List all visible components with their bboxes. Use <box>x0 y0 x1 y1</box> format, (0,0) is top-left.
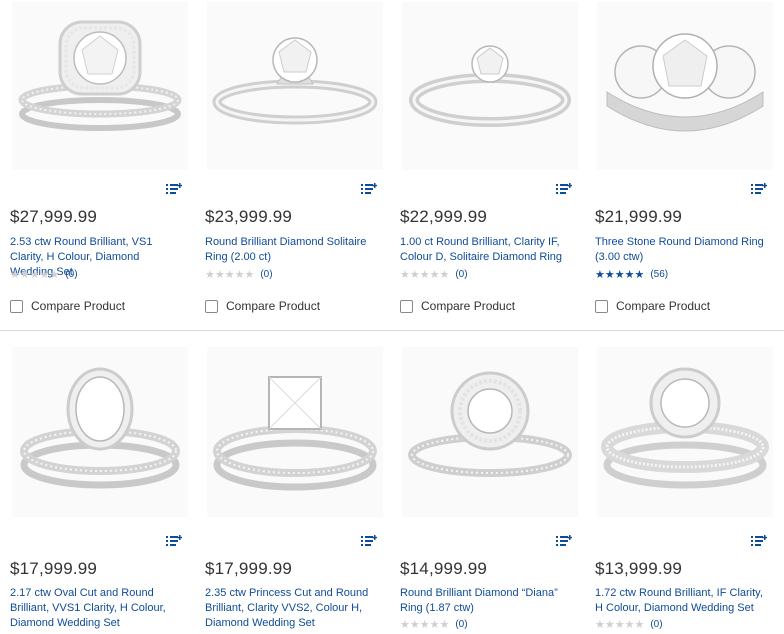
compare-product-label: Compare Product <box>616 299 711 313</box>
product-card: $13,999.99 1.72 ctw Round Brilliant, IF … <box>591 331 781 634</box>
product-image[interactable] <box>207 347 383 517</box>
ring-image-pave-halo-set <box>601 367 769 489</box>
product-price: $17,999.99 <box>205 559 293 578</box>
product-image[interactable] <box>597 347 773 517</box>
compare-product-label: Compare Product <box>226 299 321 313</box>
product-card: $27,999.99 2.53 ctw Round Brilliant, VS1… <box>6 0 196 330</box>
product-price: $23,999.99 <box>205 207 293 226</box>
checkbox[interactable] <box>10 299 23 313</box>
ring-image-oval-halo-set <box>20 367 180 489</box>
list-add-icon[interactable] <box>166 535 182 547</box>
review-count[interactable]: (0) <box>65 269 77 280</box>
product-title-link[interactable]: Three Stone Round Diamond Ring (3.00 ctw… <box>595 235 765 265</box>
compare-product-checkbox[interactable]: Compare Product <box>10 299 125 313</box>
list-add-icon[interactable] <box>751 183 767 195</box>
product-card: $17,999.99 2.35 ctw Princess Cut and Rou… <box>201 331 391 634</box>
star-icon: ★★★★★ <box>595 267 645 281</box>
product-title-link[interactable]: 1.72 ctw Round Brilliant, IF Clarity, H … <box>595 586 765 616</box>
ring-image-three-stone <box>606 33 764 132</box>
checkbox[interactable] <box>205 299 218 313</box>
product-price: $17,999.99 <box>10 559 98 578</box>
ring-image-halo-set <box>18 20 182 131</box>
product-row-2: $17,999.99 2.17 ctw Oval Cut and Round B… <box>0 330 784 634</box>
compare-product-checkbox[interactable]: Compare Product <box>205 299 320 313</box>
product-card: $14,999.99 Round Brilliant Diamond “Dian… <box>396 331 586 634</box>
list-add-icon[interactable] <box>751 535 767 547</box>
compare-product-label: Compare Product <box>421 299 516 313</box>
checkbox[interactable] <box>595 299 608 313</box>
product-card: $21,999.99 Three Stone Round Diamond Rin… <box>591 0 781 330</box>
compare-product-checkbox[interactable]: Compare Product <box>400 299 515 313</box>
list-add-icon[interactable] <box>361 183 377 195</box>
product-title-link[interactable]: Round Brilliant Diamond “Diana” Ring (1.… <box>400 586 570 616</box>
list-add-icon[interactable] <box>556 183 572 195</box>
ring-image-diana-halo <box>408 371 572 477</box>
product-price: $27,999.99 <box>10 207 98 226</box>
product-title-link[interactable]: 2.17 ctw Oval Cut and Round Brilliant, V… <box>10 586 180 631</box>
ring-image-solitaire-tapered <box>409 45 571 127</box>
checkbox[interactable] <box>400 299 413 313</box>
product-price: $22,999.99 <box>400 207 488 226</box>
product-image[interactable] <box>402 2 578 170</box>
product-rating: ★★★★★ (56) <box>595 267 668 281</box>
product-title-link[interactable]: 1.00 ct Round Brilliant, Clarity IF, Col… <box>400 235 570 265</box>
review-count[interactable]: (0) <box>455 619 467 630</box>
product-card: $23,999.99 Round Brilliant Diamond Solit… <box>201 0 391 330</box>
product-rating: ★★★★★ (0) <box>205 267 273 281</box>
product-price: $14,999.99 <box>400 559 488 578</box>
compare-product-checkbox[interactable]: Compare Product <box>595 299 710 313</box>
product-title-link[interactable]: Round Brilliant Diamond Solitaire Ring (… <box>205 235 375 265</box>
star-icon: ★★★★★ <box>10 267 60 281</box>
compare-product-label: Compare Product <box>31 299 126 313</box>
product-image[interactable] <box>207 2 383 170</box>
star-icon: ★★★★★ <box>205 267 255 281</box>
product-image[interactable] <box>12 2 188 170</box>
product-price: $21,999.99 <box>595 207 683 226</box>
ring-image-solitaire <box>212 37 378 125</box>
list-add-icon[interactable] <box>556 535 572 547</box>
product-row-1: $27,999.99 2.53 ctw Round Brilliant, VS1… <box>0 0 784 330</box>
product-card: $17,999.99 2.17 ctw Oval Cut and Round B… <box>6 331 196 634</box>
product-image[interactable] <box>12 347 188 517</box>
list-add-icon[interactable] <box>361 535 377 547</box>
star-icon: ★★★★★ <box>400 267 450 281</box>
product-rating: ★★★★★ (0) <box>400 267 468 281</box>
star-icon: ★★★★★ <box>595 617 645 631</box>
product-rating: ★★★★★ (0) <box>400 617 468 631</box>
review-count[interactable]: (0) <box>260 269 272 280</box>
product-title-link[interactable]: 2.35 ctw Princess Cut and Round Brillian… <box>205 586 375 631</box>
review-count[interactable]: (0) <box>455 269 467 280</box>
product-rating: ★★★★★ (0) <box>10 267 78 281</box>
review-count[interactable]: (56) <box>650 269 668 280</box>
product-rating: ★★★★★ (0) <box>595 617 663 631</box>
list-add-icon[interactable] <box>166 183 182 195</box>
star-icon: ★★★★★ <box>400 617 450 631</box>
product-image[interactable] <box>597 2 773 170</box>
ring-image-princess-set <box>213 376 377 491</box>
product-price: $13,999.99 <box>595 559 683 578</box>
product-card: $22,999.99 1.00 ct Round Brilliant, Clar… <box>396 0 586 330</box>
product-image[interactable] <box>402 347 578 517</box>
review-count[interactable]: (0) <box>650 619 662 630</box>
